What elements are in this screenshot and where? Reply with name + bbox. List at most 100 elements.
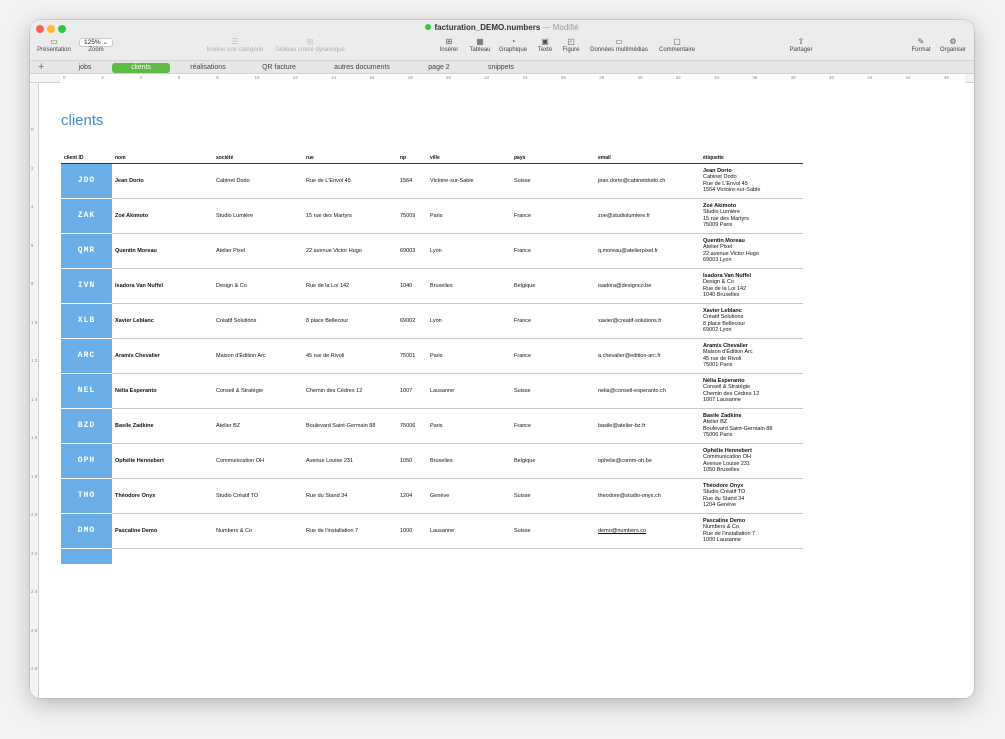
media-button[interactable]: ▭ Données multimédias bbox=[586, 37, 652, 53]
table-row[interactable]: ARC Aramis Chevalier Maison d'Édition Arc 4… bbox=[61, 338, 803, 374]
ville-cell[interactable]: Genève bbox=[427, 478, 511, 514]
table-row[interactable]: QMR Quentin Moreau Atelier Pixel 22 avenue … bbox=[61, 233, 803, 269]
col-header-rue[interactable]: rue bbox=[303, 153, 397, 164]
shape-button[interactable]: ◰ Figure bbox=[558, 37, 584, 53]
ville-cell[interactable]: Bruxelles bbox=[427, 268, 511, 304]
table-row[interactable]: IVN Isadora Van Nuffel Design & Co Rue de l… bbox=[61, 268, 803, 304]
rue-cell[interactable]: Avenue Louise 231 bbox=[303, 443, 397, 479]
societe-cell[interactable]: Design & Co bbox=[213, 268, 303, 304]
email-cell[interactable]: a.chevalier@edition-arc.fr bbox=[595, 338, 700, 374]
rue-cell[interactable]: Rue de l'installation 7 bbox=[303, 513, 397, 549]
etiquette-cell[interactable]: Ophélie Hennebert Communication OH Avenue … bbox=[700, 443, 803, 479]
tab-snippets[interactable]: snippets bbox=[478, 63, 524, 73]
email-cell[interactable]: q.moreau@atelierpixel.fr bbox=[595, 233, 700, 269]
share-button[interactable]: ⇧ Partager bbox=[785, 37, 817, 53]
np-cell[interactable]: 69002 bbox=[397, 303, 427, 339]
empty-cell[interactable] bbox=[595, 548, 700, 564]
client-id-cell[interactable]: XLB bbox=[61, 303, 112, 339]
np-cell[interactable]: 75001 bbox=[397, 338, 427, 374]
col-header-nom[interactable]: nom bbox=[112, 153, 213, 164]
nom-cell[interactable]: Jean Dorto bbox=[112, 163, 213, 199]
societe-cell[interactable]: Maison d'Édition Arc bbox=[213, 338, 303, 374]
client-id-cell[interactable]: DMO bbox=[61, 513, 112, 549]
table-row[interactable]: XLB Xavier Leblanc Créatif Solutions 8 plac… bbox=[61, 303, 803, 339]
tab-jobs[interactable]: jobs bbox=[68, 63, 102, 73]
email-cell[interactable]: basile@atelier-bz.fr bbox=[595, 408, 700, 444]
email-cell[interactable]: ophelie@comm-oh.be bbox=[595, 443, 700, 479]
np-cell[interactable]: 1204 bbox=[397, 478, 427, 514]
ville-cell[interactable]: Bruxelles bbox=[427, 443, 511, 479]
nom-cell[interactable]: Ophélie Hennebert bbox=[112, 443, 213, 479]
nom-cell[interactable]: Xavier Leblanc bbox=[112, 303, 213, 339]
client-id-cell[interactable]: IVN bbox=[61, 268, 112, 304]
pays-cell[interactable]: Suisse bbox=[511, 163, 595, 199]
email-link[interactable]: demo@numbers.co bbox=[598, 528, 646, 534]
rue-cell[interactable]: Chemin des Cèdres 12 bbox=[303, 373, 397, 409]
np-cell[interactable]: 1050 bbox=[397, 443, 427, 479]
societe-cell[interactable]: Studio Lumière bbox=[213, 198, 303, 234]
table-row[interactable]: BZD Basile Zadkine Atelier BZ Boulevard Sai… bbox=[61, 408, 803, 444]
empty-cell[interactable] bbox=[427, 548, 511, 564]
table-row[interactable]: THO Théodore Onyx Studio Créatif TO Rue du … bbox=[61, 478, 803, 514]
zoom-select[interactable]: 125% ⌄ bbox=[79, 38, 113, 47]
client-id-cell[interactable]: QMR bbox=[61, 233, 112, 269]
organize-button[interactable]: ⚙ Organiser bbox=[936, 37, 970, 53]
pays-cell[interactable]: France bbox=[511, 408, 595, 444]
client-id-cell[interactable]: BZD bbox=[61, 408, 112, 444]
np-cell[interactable]: 1007 bbox=[397, 373, 427, 409]
text-button[interactable]: ▣ Texte bbox=[533, 37, 557, 53]
ville-cell[interactable]: Paris bbox=[427, 408, 511, 444]
sheet-title[interactable]: clients bbox=[61, 112, 104, 129]
empty-cell[interactable] bbox=[213, 548, 303, 564]
pays-cell[interactable]: Belgique bbox=[511, 268, 595, 304]
chart-button[interactable]: ◔ Graphique bbox=[496, 37, 530, 53]
nom-cell[interactable]: Aramis Chevalier bbox=[112, 338, 213, 374]
col-header-np[interactable]: np bbox=[397, 153, 427, 164]
empty-table-row[interactable] bbox=[61, 548, 803, 564]
etiquette-cell[interactable]: Aramis Chevalier Maison d'Édition Arc 45 r… bbox=[700, 338, 803, 374]
empty-cell[interactable] bbox=[397, 548, 427, 564]
rue-cell[interactable]: Rue du Stand 34 bbox=[303, 478, 397, 514]
ville-cell[interactable]: Lyon bbox=[427, 233, 511, 269]
email-cell[interactable]: nelia@conseil-esperanto.ch bbox=[595, 373, 700, 409]
col-header-etiquette[interactable]: étiquette bbox=[700, 153, 803, 164]
rue-cell[interactable]: 22 avenue Victor Hugo bbox=[303, 233, 397, 269]
table-row[interactable]: OPH Ophélie Hennebert Communication OH Aven… bbox=[61, 443, 803, 479]
col-header-societe[interactable]: société bbox=[213, 153, 303, 164]
nom-cell[interactable]: Basile Zadkine bbox=[112, 408, 213, 444]
nom-cell[interactable]: Zoé Akimoto bbox=[112, 198, 213, 234]
etiquette-cell[interactable]: Quentin Moreau Atelier Pixel 22 avenue Vic… bbox=[700, 233, 803, 269]
clients-table[interactable]: client ID nom société rue np ville pays … bbox=[61, 153, 803, 564]
nom-cell[interactable]: Pascaline Demo bbox=[112, 513, 213, 549]
table-row[interactable]: JDO Jean Dorto Cabinet Dodo Rue de L'Envol … bbox=[61, 163, 803, 199]
societe-cell[interactable]: Communication OH bbox=[213, 443, 303, 479]
col-header-pays[interactable]: pays bbox=[511, 153, 595, 164]
np-cell[interactable]: 1564 bbox=[397, 163, 427, 199]
nom-cell[interactable]: Quentin Moreau bbox=[112, 233, 213, 269]
np-cell[interactable]: 1040 bbox=[397, 268, 427, 304]
ville-cell[interactable]: Paris bbox=[427, 198, 511, 234]
etiquette-cell[interactable]: Isadora Van Nuffel Design & Co Rue de la L… bbox=[700, 268, 803, 304]
etiquette-cell[interactable]: Pascaline Demo Numbers & Co Rue de l'insta… bbox=[700, 513, 803, 549]
pays-cell[interactable]: Suisse bbox=[511, 478, 595, 514]
email-cell[interactable]: jean.dorto@cabinetdodo.ch bbox=[595, 163, 700, 199]
table-button[interactable]: ▦ Tableau bbox=[465, 37, 495, 53]
rue-cell[interactable]: 8 place Bellecour bbox=[303, 303, 397, 339]
table-row[interactable]: ZAK Zoé Akimoto Studio Lumière 15 rue des M… bbox=[61, 198, 803, 234]
societe-cell[interactable]: Conseil & Stratégie bbox=[213, 373, 303, 409]
pays-cell[interactable]: Belgique bbox=[511, 443, 595, 479]
societe-cell[interactable]: Numbers & Co bbox=[213, 513, 303, 549]
empty-cell[interactable] bbox=[303, 548, 397, 564]
pays-cell[interactable]: Suisse bbox=[511, 513, 595, 549]
col-header-client-id[interactable]: client ID bbox=[61, 153, 112, 164]
tab-page-2[interactable]: page 2 bbox=[420, 63, 458, 73]
etiquette-cell[interactable]: Zoé Akimoto Studio Lumière 15 rue des Mart… bbox=[700, 198, 803, 234]
tab-realisations[interactable]: réalisations bbox=[180, 63, 236, 73]
email-cell[interactable]: zoe@studiolumiere.fr bbox=[595, 198, 700, 234]
pivot-table-button[interactable]: ⊞ Tableau croisé dynamique bbox=[270, 37, 350, 53]
tab-qr-facture[interactable]: QR facture bbox=[252, 63, 306, 73]
societe-cell[interactable]: Atelier BZ bbox=[213, 408, 303, 444]
col-header-email[interactable]: email bbox=[595, 153, 700, 164]
client-id-cell[interactable] bbox=[61, 548, 112, 564]
nom-cell[interactable]: Isadora Van Nuffel bbox=[112, 268, 213, 304]
